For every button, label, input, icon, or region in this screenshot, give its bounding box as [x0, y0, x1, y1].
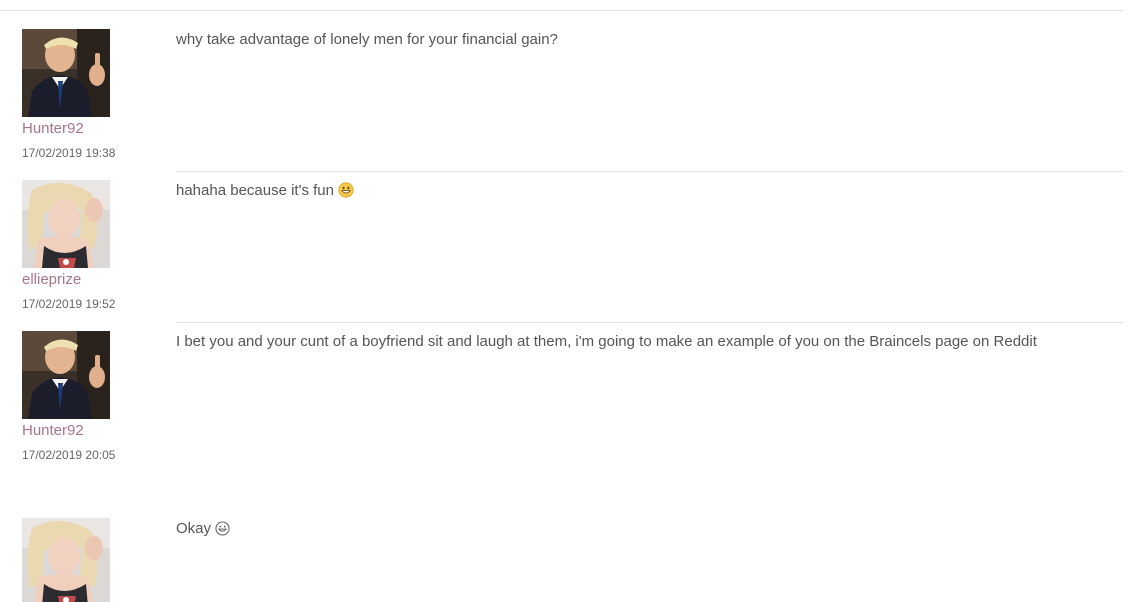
message-body: hahaha because it's fun: [176, 182, 334, 199]
message-thread: Hunter92 17/02/2019 19:38 why take advan…: [0, 0, 1140, 602]
message-text: Okay: [176, 520, 230, 538]
message-timestamp: 17/02/2019 19:38: [22, 146, 116, 160]
message-timestamp: 17/02/2019 20:05: [22, 448, 116, 462]
top-divider: [0, 10, 1123, 11]
message-text: why take advantage of lonely men for you…: [176, 31, 558, 49]
message-timestamp: 17/02/2019 19:52: [22, 297, 116, 311]
message-text: I bet you and your cunt of a boyfriend s…: [176, 333, 1037, 351]
message-body: why take advantage of lonely men for you…: [176, 31, 558, 48]
message-text: hahaha because it's fun: [176, 182, 354, 200]
avatar[interactable]: [22, 180, 110, 268]
username-link[interactable]: ellieprize: [22, 272, 81, 288]
avatar[interactable]: [22, 29, 110, 117]
message-body: Okay: [176, 520, 212, 537]
username-link[interactable]: Hunter92: [22, 423, 84, 439]
grinning-face-icon: [338, 182, 354, 198]
avatar[interactable]: [22, 331, 110, 419]
username-link[interactable]: Hunter92: [22, 121, 84, 137]
message-body: I bet you and your cunt of a boyfriend s…: [176, 333, 1037, 350]
message-divider: [176, 322, 1123, 323]
message-divider: [176, 171, 1123, 172]
grinning-face-icon: [215, 521, 230, 536]
avatar[interactable]: [22, 518, 110, 602]
